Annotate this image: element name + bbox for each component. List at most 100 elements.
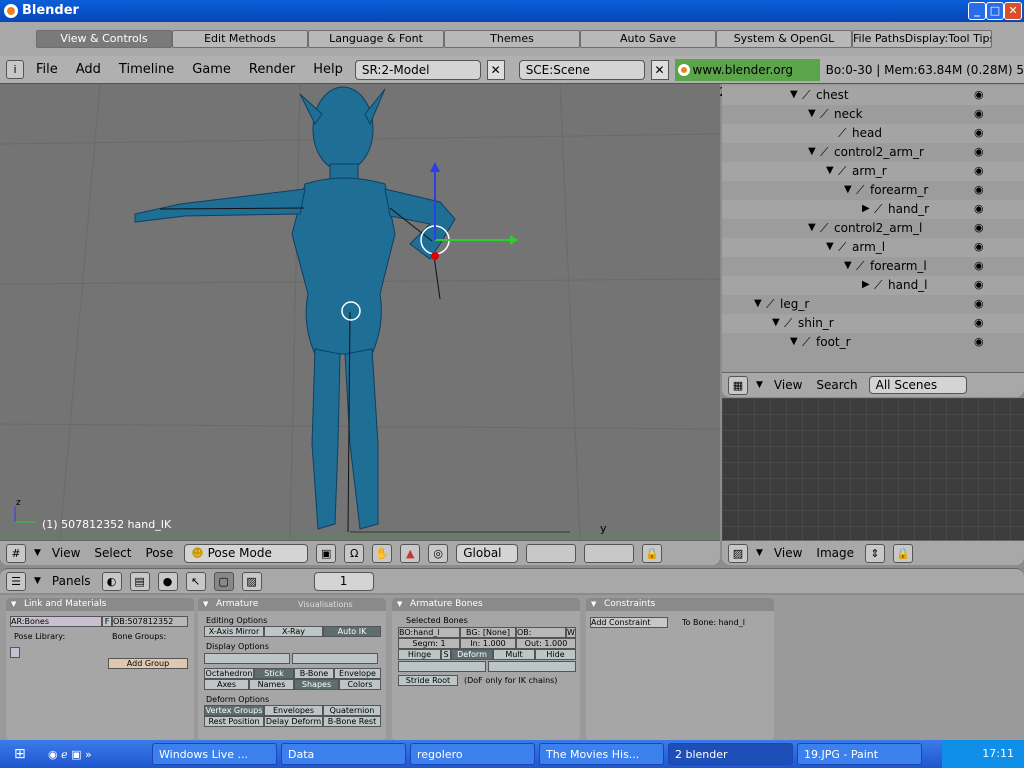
tab-language-font[interactable]: Language & Font [308,30,444,48]
menu-view[interactable]: View [49,546,83,560]
outliner-item[interactable]: ▼ ⟋ forearm_l ◉ [722,257,1024,276]
pivot-icon[interactable]: Ω [344,543,365,563]
draw-type-icon[interactable]: ▣ [316,543,337,563]
expand-icon[interactable]: ▶ [862,203,870,214]
outliner-item[interactable]: ▼ ⟋ leg_r ◉ [722,295,1024,314]
outliner[interactable]: ▼ ⟋ chest ◉ ▼ ⟋ neck ◉ ⟋ head ◉ ▼ ⟋ control2_arm_r ◉ ▼ ⟋… [722,84,1024,372]
mode-select[interactable]: ☻ Pose Mode [184,543,309,563]
outliner-item[interactable]: ▼ ⟋ forearm_r ◉ [722,181,1024,200]
task-blender[interactable]: 2 blender [668,743,793,765]
outliner-item[interactable]: ▶ ⟋ hand_r ◉ [722,200,1024,219]
s-button[interactable]: S [441,649,451,660]
menu-view[interactable]: View [771,378,805,392]
buttons-editor-icon[interactable]: ☰ [6,571,26,591]
visibility-eye-icon[interactable]: ◉ [974,240,984,253]
menu-render[interactable]: Render [243,62,301,77]
ease-out-field[interactable]: Out: 1.000 [516,638,576,649]
x-axis-mirror-button[interactable]: X-Axis Mirror [204,626,264,637]
octahedron-button[interactable]: Octahedron [204,668,254,679]
menu-image[interactable]: Image [813,546,857,560]
outliner-item[interactable]: ▼ ⟋ arm_r ◉ [722,162,1024,181]
start-button[interactable]: ⊞ [0,746,40,762]
scene-filter-select[interactable]: All Scenes [868,376,967,394]
task-windows-live[interactable]: Windows Live ... [152,743,277,765]
layer-buttons-2[interactable] [584,543,635,563]
segments-field[interactable]: Segm: 1 [398,638,460,649]
visibility-eye-icon[interactable]: ◉ [974,183,984,196]
maximize-button[interactable]: □ [986,2,1004,20]
expand-icon[interactable]: ▶ [862,279,870,290]
object-icon[interactable]: ↖ [185,571,206,591]
task-data[interactable]: Data [281,743,406,765]
menu-add[interactable]: Add [70,62,107,77]
collapse-icon[interactable]: ▼ [790,336,798,347]
outliner-item[interactable]: ⟋ head ◉ [722,124,1024,143]
colors-button[interactable]: Colors [339,679,381,690]
deform-button[interactable]: Deform [451,649,493,660]
task-opera[interactable]: The Movies His... [539,743,664,765]
task-regolero[interactable]: regolero [410,743,535,765]
menu-game[interactable]: Game [186,62,237,77]
visibility-eye-icon[interactable]: ◉ [974,202,984,215]
visibility-eye-icon[interactable]: ◉ [974,126,984,139]
image-editor-type-icon[interactable]: ▨ [728,543,748,563]
collapse-icon[interactable]: ▼ [790,89,798,100]
names-button[interactable]: Names [249,679,294,690]
stick-button[interactable]: Stick [254,668,294,679]
hinge-button[interactable]: Hinge [398,649,441,660]
menu-select[interactable]: Select [91,546,134,560]
visibility-eye-icon[interactable]: ◉ [974,164,984,177]
pose-library-browse[interactable] [10,647,20,658]
minimize-button[interactable]: _ [968,2,986,20]
task-paint[interactable]: 19.JPG - Paint [797,743,922,765]
scene-icon[interactable]: ▨ [241,571,262,591]
screen-selector[interactable]: SR:2-Model [354,59,481,80]
bone-layers-1[interactable] [204,653,290,664]
translate-manipulator-icon[interactable]: ✋ [372,543,393,563]
scene-selector[interactable]: SCE:Scene [518,59,645,80]
fake-user-button[interactable]: F [102,616,112,627]
tab-edit-methods[interactable]: Edit Methods [172,30,308,48]
visibility-eye-icon[interactable]: ◉ [974,335,984,348]
x-ray-button[interactable]: X-Ray [264,626,323,637]
bone-layers-2[interactable] [292,653,378,664]
lock-icon[interactable]: 🔒 [642,543,663,563]
script-icon[interactable]: ▤ [129,571,150,591]
auto-ik-button[interactable]: Auto IK [323,626,381,637]
quaternion-button[interactable]: Quaternion [323,705,381,716]
shading-icon[interactable]: ● [157,571,178,591]
scale-manipulator-icon[interactable]: ◎ [428,543,449,563]
collapse-icon[interactable]: ▼ [844,184,852,195]
visibility-eye-icon[interactable]: ◉ [974,107,984,120]
object-name-field[interactable]: OB:507812352 [112,616,188,627]
bone-layers-1[interactable] [398,661,486,672]
stride-root-button[interactable]: Stride Root [398,675,458,686]
image-editor[interactable] [722,398,1024,540]
menu-help[interactable]: Help [307,62,349,77]
mult-button[interactable]: Mult [493,649,535,660]
rotate-manipulator-icon[interactable]: ▲ [400,543,421,563]
tab-file-paths[interactable]: File PathsDisplay:Tool TipsO [852,30,992,48]
outliner-item[interactable]: ▼ ⟋ neck ◉ [722,105,1024,124]
envelopes-button[interactable]: Envelopes [264,705,323,716]
outliner-item[interactable]: ▼ ⟋ arm_l ◉ [722,238,1024,257]
visibility-eye-icon[interactable]: ◉ [974,259,984,272]
outliner-item[interactable]: ▶ ⟋ hand_l ◉ [722,276,1024,295]
3d-viewport[interactable]: z y (1) 507812352 hand_IK [0,84,720,540]
bone-object-field[interactable]: OB: [516,627,566,638]
tab-themes[interactable]: Themes [444,30,580,48]
layer-buttons[interactable] [526,543,577,563]
armature-data-field[interactable]: AR:Bones [10,616,102,627]
collapse-icon[interactable]: ▼ [808,222,816,233]
collapse-icon[interactable]: ▼ [826,241,834,252]
close-button[interactable]: ✕ [1004,2,1022,20]
visibility-eye-icon[interactable]: ◉ [974,278,984,291]
tab-system-opengl[interactable]: System & OpenGL [716,30,852,48]
visibility-eye-icon[interactable]: ◉ [974,221,984,234]
delay-deform-button[interactable]: Delay Deform [264,716,323,727]
visibility-eye-icon[interactable]: ◉ [974,297,984,310]
ease-in-field[interactable]: In: 1.000 [460,638,516,649]
info-icon[interactable]: i [6,60,24,79]
outliner-item[interactable]: ▼ ⟋ control2_arm_l ◉ [722,219,1024,238]
collapse-icon[interactable]: ▼ [808,146,816,157]
